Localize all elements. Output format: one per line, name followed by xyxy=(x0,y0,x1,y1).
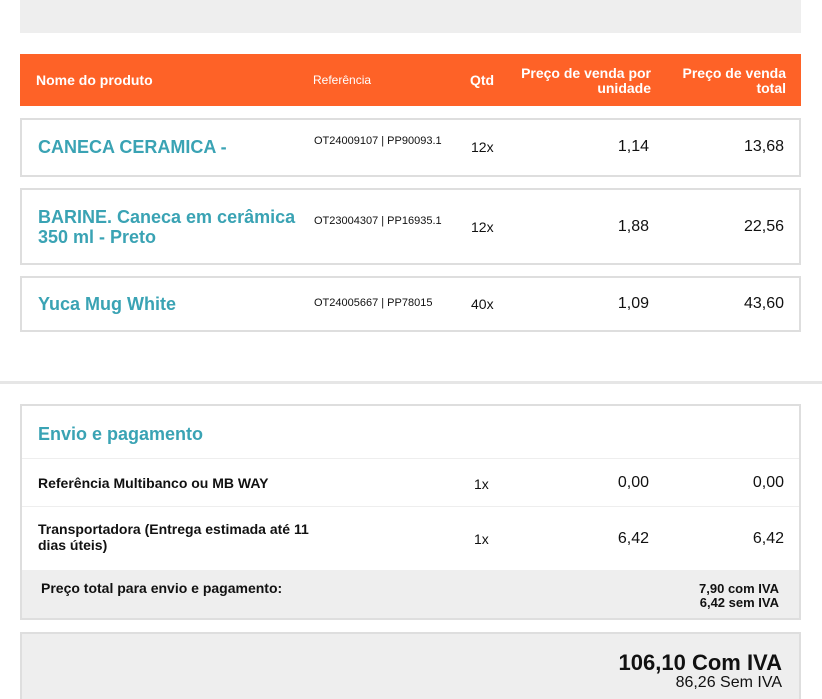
product-reference: OT24009107 | PP90093.1 xyxy=(314,135,442,147)
product-qty: 12x xyxy=(471,139,494,155)
grand-total-panel: 106,10 Com IVA 86,26 Sem IVA xyxy=(20,632,801,699)
shipping-total-label: Preço total para envio e pagamento: xyxy=(41,580,283,596)
divider xyxy=(22,458,799,459)
header-qty: Qtd xyxy=(470,72,495,88)
shipping-payment-panel: Envio e pagamento Referência Multibanco … xyxy=(20,404,801,620)
shipping-total-with-vat: 7,90 com IVA xyxy=(699,581,779,596)
header-reference: Referência xyxy=(313,73,372,87)
product-row: Yuca Mug White OT24005667 | PP78015 40x … xyxy=(20,276,801,332)
shipping-row-label: Transportadora (Entrega estimada até 11 … xyxy=(38,521,309,553)
product-total: 43,60 xyxy=(743,295,784,312)
product-row: BARINE. Caneca em cerâmica 350 ml - Pret… xyxy=(20,188,801,265)
product-name[interactable]: BARINE. Caneca em cerâmica 350 ml - Pret… xyxy=(38,207,308,247)
header-product-name: Nome do produto xyxy=(36,72,153,88)
shipping-row-total: 0,00 xyxy=(752,474,784,491)
product-unit-price: 1,88 xyxy=(617,218,649,235)
grand-total-without-vat: 86,26 Sem IVA xyxy=(675,674,782,691)
shipping-row-unit: 6,42 xyxy=(617,530,649,547)
shipping-total-without-vat: 6,42 sem IVA xyxy=(699,595,779,610)
product-reference: OT24005667 | PP78015 xyxy=(314,297,433,309)
shipping-total-bar: Preço total para envio e pagamento: 7,90… xyxy=(22,570,799,618)
shipping-row-total: 6,42 xyxy=(752,530,784,547)
shipping-title: Envio e pagamento xyxy=(38,424,204,444)
divider xyxy=(22,506,799,507)
product-total: 13,68 xyxy=(743,138,784,155)
product-name[interactable]: Yuca Mug White xyxy=(38,294,308,314)
grand-total-with-vat: 106,10 Com IVA xyxy=(618,650,782,675)
product-reference: OT23004307 | PP16935.1 xyxy=(314,215,442,227)
shipping-total-values: 7,90 com IVA 6,42 sem IVA xyxy=(699,582,779,610)
products-table-header: Nome do produto Referência Qtd Preço de … xyxy=(20,54,801,106)
shipping-row-unit: 0,00 xyxy=(617,474,649,491)
product-unit-price: 1,09 xyxy=(617,295,649,312)
header-total-price: Preço de venda total xyxy=(682,65,787,96)
product-qty: 40x xyxy=(471,296,494,312)
top-grey-panel xyxy=(20,0,801,33)
shipping-row-qty: 1x xyxy=(474,531,489,547)
shipping-row-qty: 1x xyxy=(474,476,489,492)
product-qty: 12x xyxy=(471,219,494,235)
header-unit-price: Preço de venda por unidade xyxy=(521,65,651,96)
product-name[interactable]: CANECA CERAMICA - xyxy=(38,137,308,157)
product-unit-price: 1,14 xyxy=(617,138,649,155)
product-row: CANECA CERAMICA - OT24009107 | PP90093.1… xyxy=(20,118,801,177)
shipping-row-label: Referência Multibanco ou MB WAY xyxy=(38,475,269,491)
section-divider xyxy=(0,381,822,384)
product-total: 22,56 xyxy=(743,218,784,235)
